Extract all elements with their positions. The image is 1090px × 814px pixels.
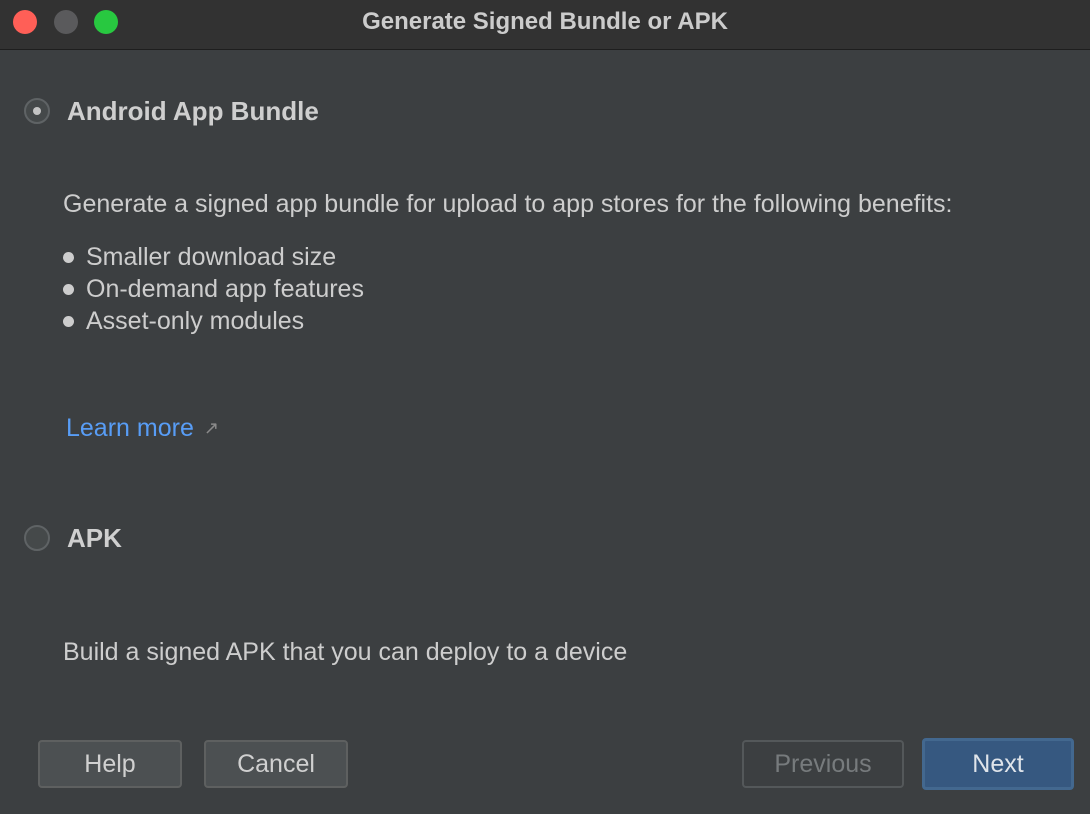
cancel-button[interactable]: Cancel [204,740,348,788]
bullet-icon [63,251,74,263]
title-bar: Generate Signed Bundle or APK [0,0,1090,50]
external-link-icon: ↗ [203,418,219,438]
apk-option-label[interactable]: APK [67,523,122,554]
generate-signed-dialog: Generate Signed Bundle or APK Android Ap… [0,0,1090,814]
benefit-text: On-demand app features [86,274,364,303]
bundle-description: Generate a signed app bundle for upload … [63,190,953,218]
help-button[interactable]: Help [38,740,182,788]
benefit-item: Asset-only modules [63,305,364,337]
bundle-option-label[interactable]: Android App Bundle [67,96,319,127]
dialog-title: Generate Signed Bundle or APK [362,8,728,35]
benefit-text: Asset-only modules [86,306,305,335]
learn-more-text[interactable]: Learn more [66,414,194,443]
benefit-item: Smaller download size [63,241,364,273]
benefit-text: Smaller download size [86,242,337,271]
apk-radio-button[interactable] [24,525,50,551]
radio-selected-dot [33,107,41,115]
bundle-radio-button[interactable] [24,98,50,124]
next-button[interactable]: Next [922,738,1074,790]
android-app-bundle-option[interactable]: Android App Bundle [24,94,319,128]
learn-more-link[interactable]: Learn more ↗ [66,414,219,443]
apk-option[interactable]: APK [24,521,122,555]
previous-button[interactable]: Previous [742,740,904,788]
apk-description: Build a signed APK that you can deploy t… [63,638,628,666]
bullet-icon [63,283,74,295]
benefit-item: On-demand app features [63,273,364,305]
bundle-benefits-list: Smaller download size On-demand app feat… [63,241,364,337]
bullet-icon [63,315,74,327]
